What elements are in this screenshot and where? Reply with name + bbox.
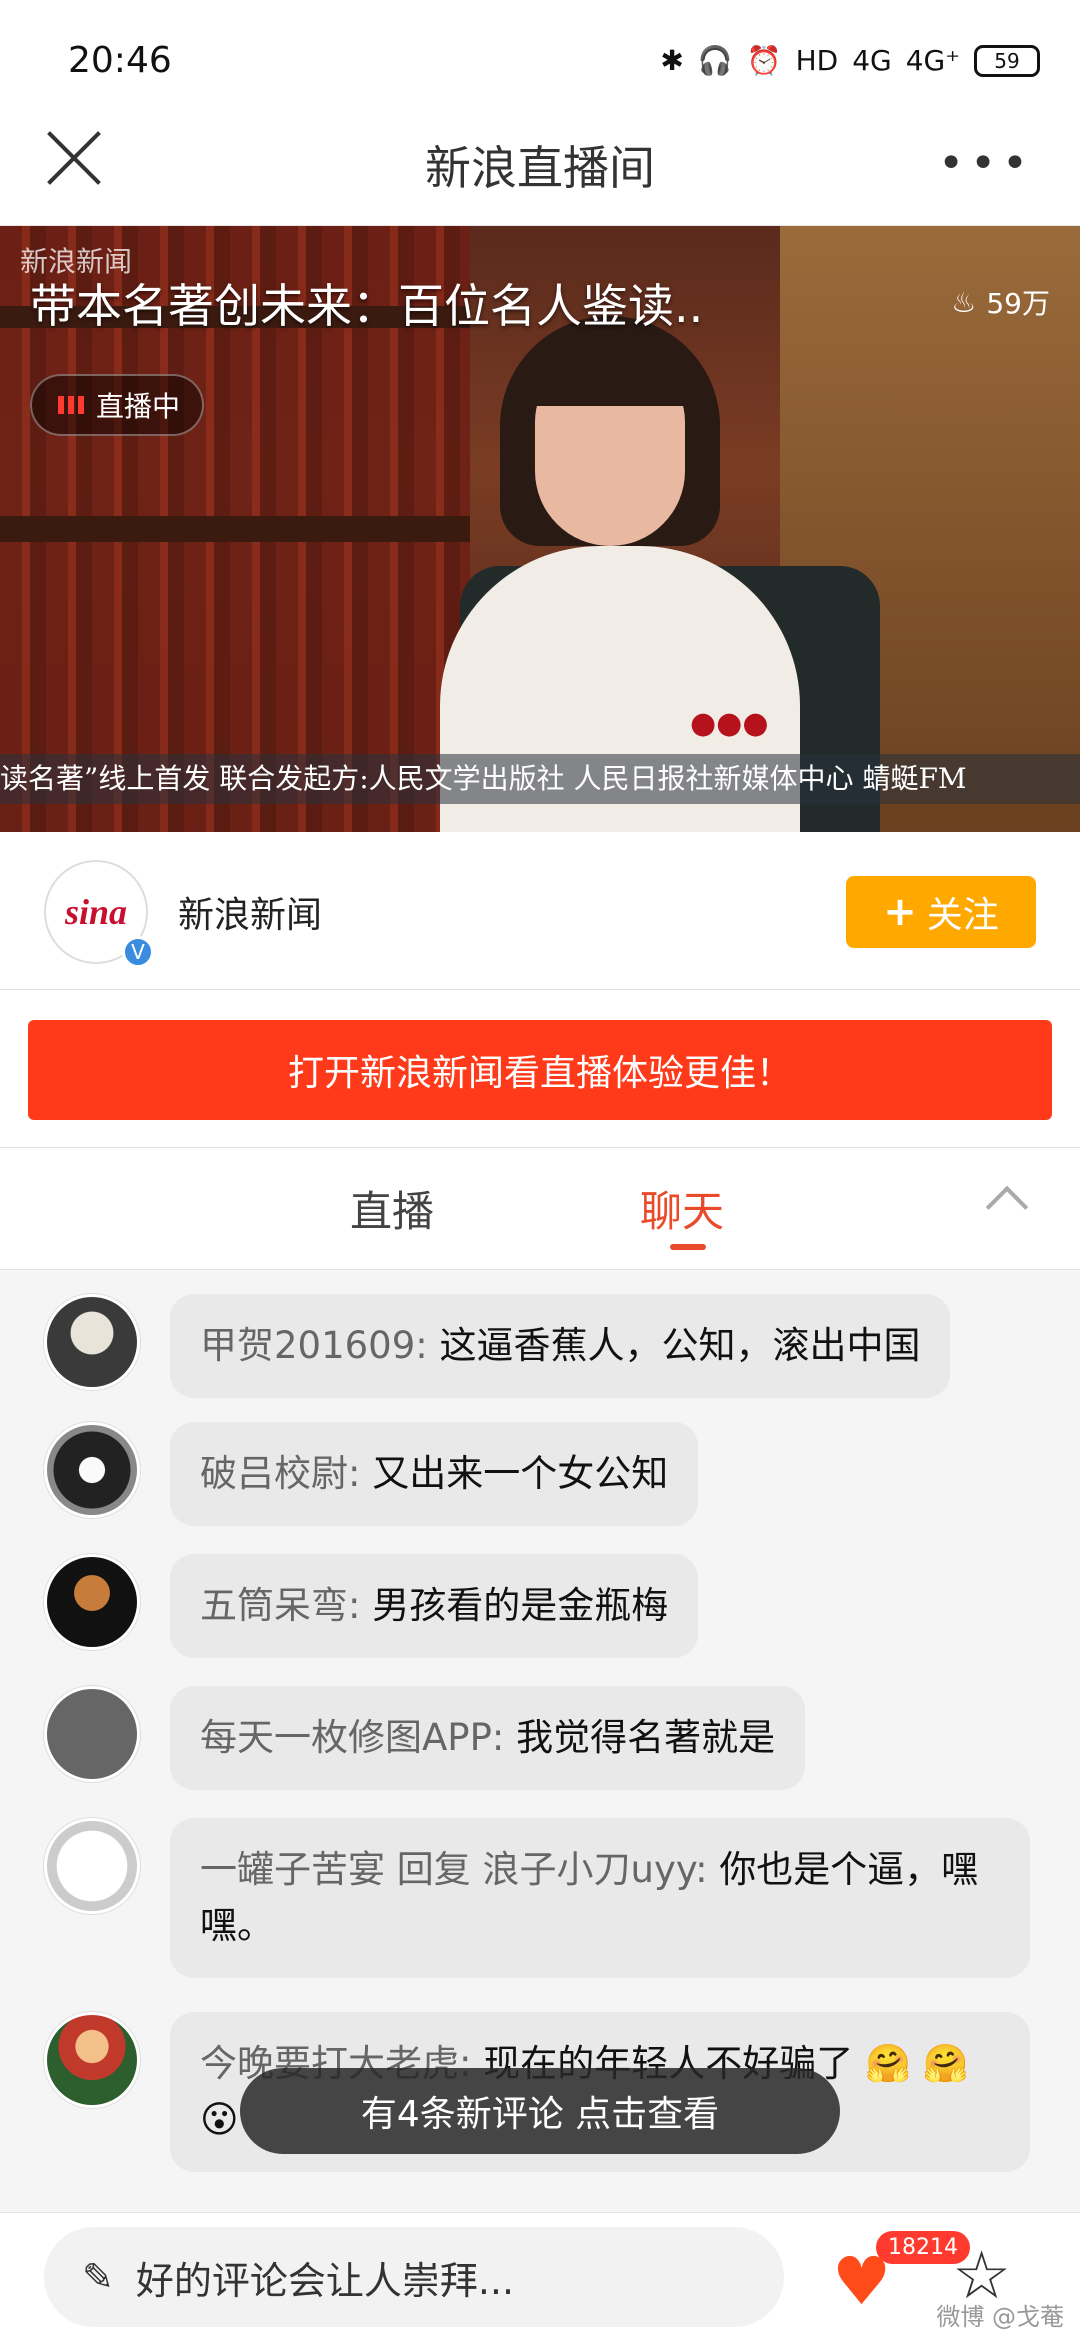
chat-text: 这逼香蕉人，公知，滚出中国 <box>439 1324 921 1367</box>
fire-icon: ♨ <box>951 285 977 319</box>
avatar[interactable] <box>44 1294 140 1390</box>
tab-live[interactable]: 直播 <box>350 1178 434 1239</box>
bangs <box>520 336 700 406</box>
live-title: 带本名著创未来：百位名人鉴读.. <box>30 279 704 333</box>
comment-placeholder: 好的评论会让人崇拜... <box>135 2258 515 2303</box>
chat-bubble: 五筒呆弯: 男孩看的是金瓶梅 <box>170 1554 699 1658</box>
chat-username[interactable]: 五筒呆弯: <box>200 1584 360 1627</box>
live-bars-icon <box>58 396 84 414</box>
chat-username[interactable]: 一罐子苦宴 回复 浪子小刀uyy: <box>200 1848 708 1891</box>
verified-icon: V <box>122 936 154 968</box>
avatar[interactable] <box>44 1686 140 1782</box>
chat-text: 男孩看的是金瓶梅 <box>372 1584 669 1627</box>
banner-section: 打开新浪新闻看直播体验更佳！ <box>0 990 1080 1148</box>
cherry-embroidery: ●●● <box>690 706 769 741</box>
chat-text: 我觉得名著就是 <box>516 1716 776 1759</box>
channel-name[interactable]: 新浪新闻 <box>178 886 322 938</box>
chat-username[interactable]: 破吕校尉: <box>200 1452 360 1495</box>
signal-2-icon: 4G⁺ <box>905 44 960 77</box>
chat-username[interactable]: 每天一枚修图APP: <box>200 1716 504 1759</box>
view-count: ♨ 59万 <box>951 282 1050 322</box>
status-bar: 20:46 ✱ 🎧 ⏰ HD 4G 4G⁺ 59 <box>0 0 1080 130</box>
status-icons: ✱ 🎧 ⏰ HD 4G 4G⁺ 59 <box>660 44 1040 77</box>
list-item: 一罐子苦宴 回复 浪子小刀uyy: 你也是个逼，嘿嘿。 <box>44 1818 1030 1978</box>
battery-icon: 59 <box>974 44 1040 77</box>
live-badge-label: 直播中 <box>96 390 181 423</box>
chat-bubble: 一罐子苦宴 回复 浪子小刀uyy: 你也是个逼，嘿嘿。 <box>170 1818 1030 1978</box>
nav-bar: 新浪直播间 ••• <box>0 118 1080 226</box>
comment-input[interactable]: ✎ 好的评论会让人崇拜... <box>44 2227 784 2327</box>
more-icon[interactable]: ••• <box>938 138 1034 189</box>
channel-row: sina V 新浪新闻 + 关注 <box>0 832 1080 990</box>
chat-text: 又出来一个女公知 <box>372 1452 669 1495</box>
new-comments-toast[interactable]: 有4条新评论 点击查看 <box>240 2068 840 2154</box>
headphones-icon: 🎧 <box>697 44 733 77</box>
avatar[interactable] <box>44 1818 140 1914</box>
pencil-icon: ✎ <box>82 2255 114 2299</box>
list-item: 五筒呆弯: 男孩看的是金瓶梅 <box>44 1554 699 1658</box>
live-video-player[interactable]: ●●● 新浪新闻 带本名著创未来：百位名人鉴读.. ♨ 59万 直播中 读名著”… <box>0 226 1080 832</box>
chat-bubble: 破吕校尉: 又出来一个女公知 <box>170 1422 699 1526</box>
page-title: 新浪直播间 <box>425 141 655 195</box>
hd-label: HD <box>795 44 839 77</box>
chevron-up-icon[interactable] <box>985 1185 1029 1229</box>
weibo-watermark: 微博 @戈菴 <box>936 2303 1064 2331</box>
list-item: 破吕校尉: 又出来一个女公知 <box>44 1422 699 1526</box>
tab-chat[interactable]: 聊天 <box>640 1178 724 1239</box>
chat-bubble: 每天一枚修图APP: 我觉得名著就是 <box>170 1686 806 1790</box>
list-item: 每天一枚修图APP: 我觉得名著就是 <box>44 1686 806 1790</box>
tab-active-indicator <box>670 1244 706 1250</box>
signal-1-icon: 4G <box>852 44 892 77</box>
follow-button[interactable]: + 关注 <box>846 876 1036 948</box>
live-badge: 直播中 <box>30 374 205 436</box>
avatar[interactable] <box>44 1554 140 1650</box>
tab-bar: 直播 聊天 <box>0 1148 1080 1270</box>
view-count-value: 59万 <box>986 287 1050 320</box>
plus-icon: + <box>883 889 917 935</box>
shelf-band <box>0 516 470 542</box>
follow-label: 关注 <box>926 895 999 936</box>
bottom-bar: ✎ 好的评论会让人崇拜... ♥ 18214 ☆ 微博 @戈菴 <box>0 2212 1080 2340</box>
avatar[interactable] <box>44 2012 140 2108</box>
bluetooth-icon: ✱ <box>660 44 684 77</box>
open-app-banner[interactable]: 打开新浪新闻看直播体验更佳！ <box>28 1020 1052 1120</box>
status-time: 20:46 <box>68 40 172 81</box>
alarm-icon: ⏰ <box>746 44 782 77</box>
video-ticker: 读名著”线上首发 联合发起方:人民文学出版社 人民日报社新媒体中心 蜻蜓FM <box>0 754 1080 804</box>
chat-bubble: 甲贺201609: 这逼香蕉人，公知，滚出中国 <box>170 1294 951 1398</box>
list-item: 甲贺201609: 这逼香蕉人，公知，滚出中国 <box>44 1294 951 1398</box>
chat-username[interactable]: 甲贺201609: <box>200 1324 428 1367</box>
avatar[interactable] <box>44 1422 140 1518</box>
